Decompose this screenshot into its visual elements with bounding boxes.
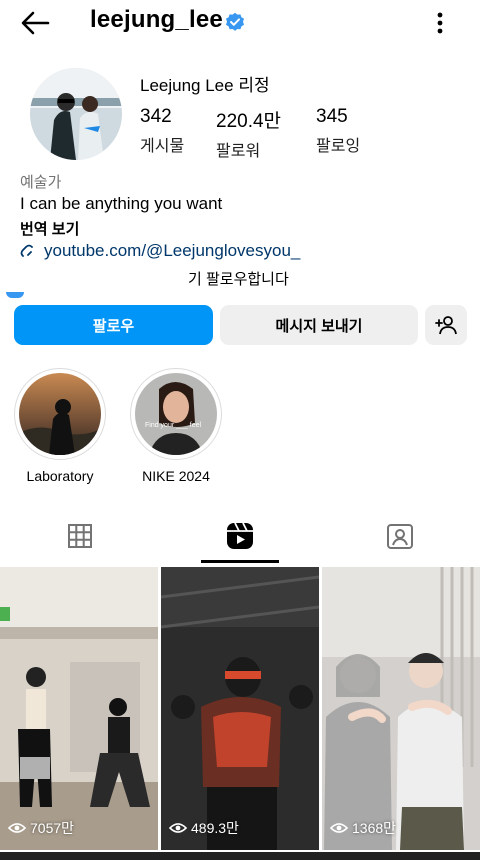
highlight-laboratory[interactable]: Laboratory	[14, 368, 106, 484]
reel-view-count-value: 7057만	[30, 820, 75, 836]
highlight-cover-image: Find your ___ feel	[135, 373, 217, 455]
profile-category: 예술가	[20, 174, 62, 191]
profile-bio: I can be anything you want	[20, 194, 223, 213]
follow-button[interactable]: 팔로우	[14, 305, 213, 345]
reel-view-count: 7057만	[8, 818, 74, 838]
reel-image	[322, 567, 480, 850]
more-options-icon[interactable]	[430, 8, 450, 38]
stat-following-label: 팔로잉	[316, 138, 361, 155]
reel-thumbnail[interactable]: 489.3만	[161, 567, 319, 850]
highlight-cover-image	[19, 373, 101, 455]
reel-view-count: 489.3만	[169, 818, 239, 838]
profile-link[interactable]: youtube.com/@Leejunglovesyou_	[20, 241, 300, 261]
profile-avatar[interactable]	[30, 68, 122, 160]
tab-reels[interactable]	[160, 508, 320, 564]
reel-view-count-value: 1368만	[352, 820, 397, 836]
stat-following-value: 345	[316, 106, 348, 127]
profile-link-text: youtube.com/@Leejunglovesyou_	[44, 241, 301, 260]
back-arrow-icon[interactable]	[18, 8, 52, 38]
grid-icon	[68, 524, 92, 548]
reel-view-count-value: 489.3만	[191, 820, 239, 836]
translate-link[interactable]: 번역 보기	[20, 218, 79, 239]
stat-followers-value: 220.4만	[216, 111, 282, 132]
top-bar: leejung_lee	[0, 0, 480, 46]
message-button[interactable]: 메시지 보내기	[220, 305, 418, 345]
tab-grid[interactable]	[0, 508, 160, 564]
tagged-icon	[387, 524, 413, 549]
tab-tagged[interactable]	[320, 508, 480, 564]
reel-image	[0, 567, 158, 850]
highlight-nike-2024[interactable]: Find your ___ feel NIKE 2024	[130, 368, 222, 484]
highlight-label: Laboratory	[26, 468, 94, 484]
reel-thumbnail[interactable]: 7057만	[0, 567, 158, 850]
reel-image	[161, 567, 319, 850]
mutual-avatars	[6, 292, 24, 298]
reel-view-count: 1368만	[330, 818, 396, 838]
highlight-label: NIKE 2024	[142, 468, 210, 484]
stat-posts-label: 게시물	[140, 138, 185, 155]
eye-icon	[169, 823, 187, 833]
profile-full-name: Leejung Lee 리정	[140, 76, 270, 95]
eye-icon	[8, 823, 26, 833]
add-person-icon	[435, 316, 457, 335]
stat-posts[interactable]: 342 게시물	[140, 106, 184, 156]
verified-badge-icon	[226, 12, 244, 31]
active-tab-indicator	[201, 560, 279, 563]
highlight-overlay-text: Find your ___ feel	[145, 422, 201, 429]
profile-username: leejung_lee	[90, 6, 223, 33]
next-row-preview	[0, 852, 480, 860]
content-tabs	[0, 508, 480, 564]
eye-icon	[330, 823, 348, 833]
reel-thumbnail[interactable]: 1368만	[322, 567, 480, 850]
stat-followers-label: 팔로워	[216, 143, 261, 160]
stat-followers[interactable]: 220.4만 팔로워	[216, 106, 281, 161]
reels-icon	[227, 522, 253, 549]
followed-by-text[interactable]: 기 팔로우합니다	[188, 268, 289, 289]
stat-posts-value: 342	[140, 106, 172, 127]
link-icon	[20, 244, 33, 257]
suggested-users-button[interactable]	[425, 305, 467, 345]
stat-following[interactable]: 345 팔로잉	[316, 106, 360, 156]
